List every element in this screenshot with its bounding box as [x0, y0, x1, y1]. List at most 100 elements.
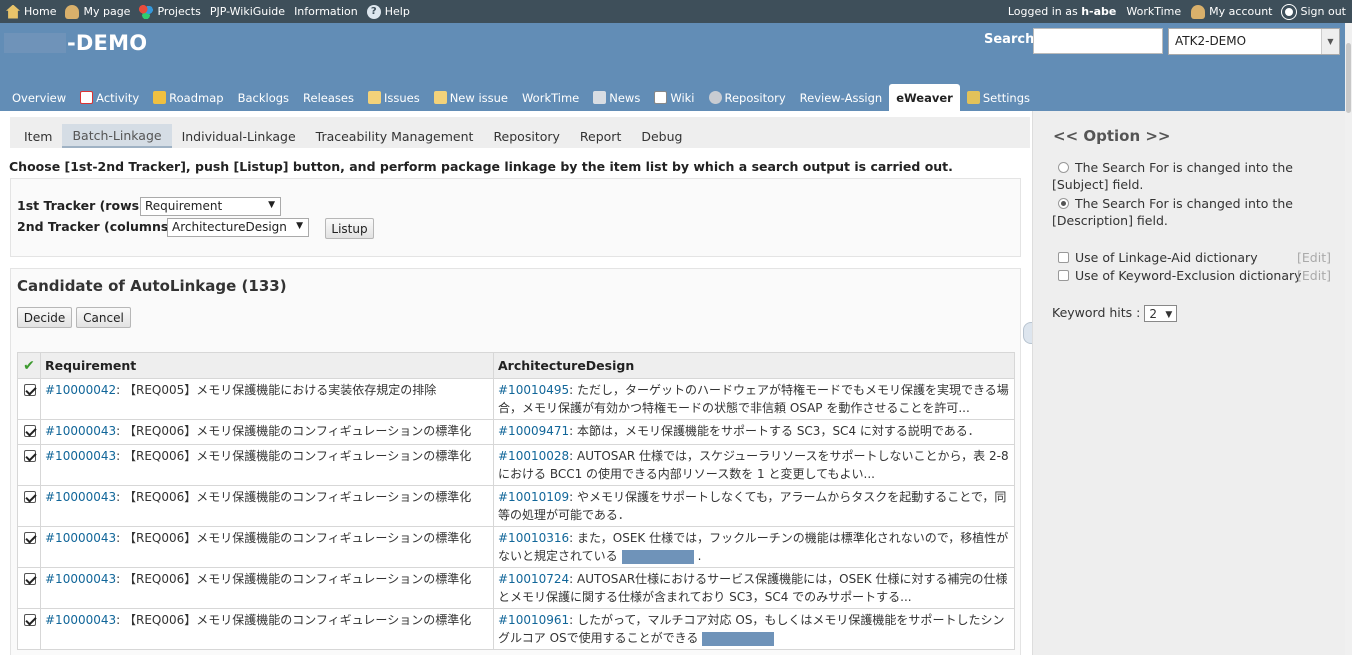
candidate-box: Candidate of AutoLinkage (133) Decide Ca…	[10, 268, 1021, 655]
top-menu-worktime[interactable]: WorkTime	[1126, 5, 1181, 18]
requirement-link[interactable]: #10000043	[45, 449, 116, 463]
first-tracker-select[interactable]: Requirement ▼	[140, 197, 281, 216]
requirement-link[interactable]: #10000043	[45, 531, 116, 545]
keyword-exclusion-checkbox[interactable]	[1058, 270, 1069, 281]
second-tracker-select[interactable]: ArchitectureDesign ▼	[167, 218, 309, 237]
subtab-debug[interactable]: Debug	[631, 124, 692, 148]
row-checkbox[interactable]	[23, 491, 36, 503]
row-checkbox-cell[interactable]	[17, 567, 41, 609]
decide-button[interactable]: Decide	[17, 307, 72, 328]
page-scrollbar[interactable]	[1345, 23, 1352, 655]
subtab-item[interactable]: Item	[14, 124, 62, 148]
tab-roadmap[interactable]: Roadmap	[146, 84, 230, 111]
option-subject-radio[interactable]	[1058, 162, 1069, 173]
scrollbar-thumb[interactable]	[1346, 43, 1351, 113]
architecture-text: : AUTOSAR仕様におけるサービス保護機能には，OSEK 仕様に対する補完の…	[498, 572, 1008, 604]
linkage-aid-checkbox[interactable]	[1058, 252, 1069, 263]
top-menu-information[interactable]: Information	[294, 5, 358, 18]
tab-wiki[interactable]: Wiki	[647, 84, 701, 111]
tab-overview[interactable]: Overview	[5, 84, 73, 111]
tab-releases[interactable]: Releases	[296, 84, 361, 111]
row-checkbox[interactable]	[23, 425, 36, 437]
option-description-radio[interactable]	[1058, 198, 1069, 209]
tab-repository[interactable]: Repository	[702, 84, 793, 111]
tab-issues[interactable]: Issues	[361, 84, 427, 111]
projects-icon	[139, 4, 154, 19]
tab-worktime[interactable]: WorkTime	[515, 84, 586, 111]
architecture-link[interactable]: #10010109	[498, 490, 569, 504]
requirement-link[interactable]: #10000042	[45, 383, 116, 397]
top-menu-my-page[interactable]: My page	[65, 4, 130, 19]
requirement-cell: #10000042: 【REQ005】メモリ保護機能における実装依存規定の排除	[40, 378, 494, 420]
option-subject[interactable]: The Search For is changed into the [Subj…	[1052, 159, 1347, 193]
first-tracker-label: 1st Tracker (rows)	[17, 198, 145, 213]
tab-review-assign[interactable]: Review-Assign	[793, 84, 890, 111]
requirement-link[interactable]: #10000043	[45, 424, 116, 438]
tab-news[interactable]: News	[586, 84, 647, 111]
architecture-link[interactable]: #10009471	[498, 424, 569, 438]
tab-activity[interactable]: Activity	[73, 84, 146, 111]
row-checkbox-cell[interactable]	[17, 608, 41, 650]
top-menu-projects[interactable]: Projects	[139, 4, 201, 19]
keyword-hits-label: Keyword hits :	[1052, 305, 1141, 320]
top-menu-my-account[interactable]: My account	[1191, 4, 1272, 19]
linkage-aid-option[interactable]: Use of Linkage-Aid dictionary [Edit]	[1052, 249, 1347, 266]
row-checkbox-cell[interactable]	[17, 419, 41, 445]
table-row: #10000043: 【REQ006】メモリ保護機能のコンフィギュレーションの標…	[17, 526, 1015, 568]
row-checkbox-cell[interactable]	[17, 444, 41, 486]
subtab-report[interactable]: Report	[570, 124, 631, 148]
keyword-exclusion-option[interactable]: Use of Keyword-Exclusion dictionary [Edi…	[1052, 267, 1347, 284]
activity-icon	[80, 91, 94, 104]
row-checkbox[interactable]	[23, 614, 36, 626]
row-checkbox-cell[interactable]	[17, 378, 41, 420]
subtab-batch-linkage[interactable]: Batch-Linkage	[62, 124, 172, 148]
top-menu-sign-out[interactable]: Sign out	[1281, 3, 1346, 20]
tab-new-issue[interactable]: New issue	[427, 84, 515, 111]
issues-icon	[367, 91, 381, 104]
subtab-repository[interactable]: Repository	[483, 124, 569, 148]
subtab-traceability-management[interactable]: Traceability Management	[306, 124, 484, 148]
sidebar-toggle-handle[interactable]	[1023, 322, 1032, 344]
requirement-link[interactable]: #10000043	[45, 490, 116, 504]
tab-settings[interactable]: Settings	[960, 84, 1037, 111]
cancel-button[interactable]: Cancel	[76, 307, 131, 328]
architecture-link[interactable]: #10010495	[498, 383, 569, 397]
top-menu-wikiguide[interactable]: PJP-WikiGuide	[210, 5, 285, 18]
project-jump-select[interactable]: ATK2-DEMO ▼	[1168, 28, 1340, 55]
subtab-individual-linkage[interactable]: Individual-Linkage	[172, 124, 306, 148]
requirement-link[interactable]: #10000043	[45, 613, 116, 627]
instruction-text: Choose [1st-2nd Tracker], push [Listup] …	[9, 159, 953, 174]
architecture-link[interactable]: #10010724	[498, 572, 569, 586]
architecture-link[interactable]: #10010316	[498, 531, 569, 545]
row-checkbox[interactable]	[23, 573, 36, 585]
keyword-hits-select[interactable]: 2 ▼	[1144, 305, 1178, 322]
top-menu: Home My page Projects PJP-WikiGuide Info…	[0, 0, 1352, 23]
table-row: #10000043: 【REQ006】メモリ保護機能のコンフィギュレーションの標…	[17, 485, 1015, 527]
requirement-link[interactable]: #10000043	[45, 572, 116, 586]
keyword-hits: Keyword hits : 2 ▼	[1052, 304, 1347, 322]
row-checkbox[interactable]	[23, 532, 36, 544]
top-menu-help[interactable]: ? Help	[366, 4, 410, 19]
row-checkbox-cell[interactable]	[17, 526, 41, 568]
linkage-aid-edit-link[interactable]: [Edit]	[1297, 249, 1331, 266]
table-row: #10000043: 【REQ006】メモリ保護機能のコンフィギュレーションの標…	[17, 567, 1015, 609]
top-menu-home[interactable]: Home	[6, 4, 56, 19]
architecture-link[interactable]: #10010961	[498, 613, 569, 627]
row-checkbox[interactable]	[23, 384, 36, 396]
tab-eweaver[interactable]: eWeaver	[889, 84, 960, 111]
option-description[interactable]: The Search For is changed into the [Desc…	[1052, 195, 1347, 229]
keyword-exclusion-edit-link[interactable]: [Edit]	[1297, 267, 1331, 284]
listup-button[interactable]: Listup	[325, 218, 374, 239]
table-row: #10000042: 【REQ005】メモリ保護機能における実装依存規定の排除 #…	[17, 378, 1015, 420]
requirement-cell: #10000043: 【REQ006】メモリ保護機能のコンフィギュレーションの標…	[40, 485, 494, 527]
chevron-down-icon: ▼	[1165, 310, 1173, 320]
architecture-cell: #10010028: AUTOSAR 仕様では，スケジューラリソースをサポートし…	[493, 444, 1015, 486]
tab-backlogs[interactable]: Backlogs	[231, 84, 296, 111]
architecture-link[interactable]: #10010028	[498, 449, 569, 463]
logged-in-user[interactable]: h-abe	[1081, 5, 1116, 18]
row-checkbox-cell[interactable]	[17, 485, 41, 527]
search-input[interactable]	[1033, 28, 1163, 54]
select-all-check[interactable]: ✔	[17, 352, 41, 379]
architecture-text: : AUTOSAR 仕様では，スケジューラリソースをサポートしないことから，表 …	[498, 449, 1009, 481]
row-checkbox[interactable]	[23, 450, 36, 462]
